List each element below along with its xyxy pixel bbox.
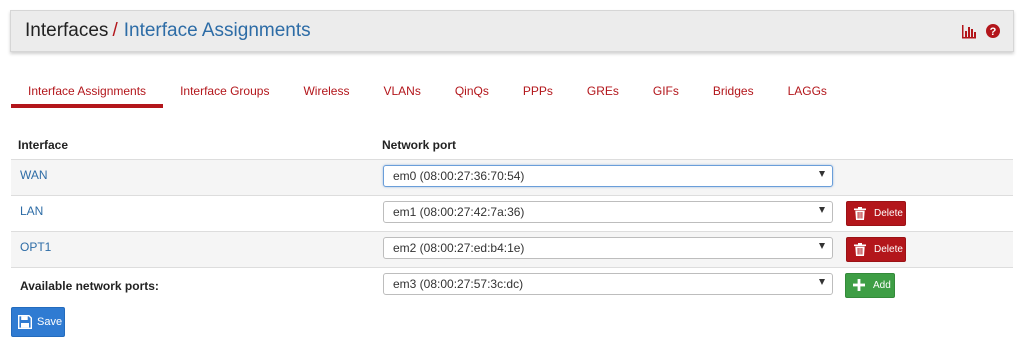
save-button[interactable]: Save [11, 307, 65, 337]
table-row-lan: LAN em1 (08:00:27:42:7a:36) Delete [11, 195, 1013, 231]
help-icon[interactable]: ? [985, 23, 1001, 39]
tab-bridges[interactable]: Bridges [696, 78, 771, 108]
tab-laggs[interactable]: LAGGs [771, 78, 844, 108]
table-header: Interface Network port [11, 130, 1013, 159]
delete-label: Delete [874, 244, 903, 255]
network-port-select-available[interactable]: em3 (08:00:27:57:3c:dc) [383, 273, 833, 295]
table-row-opt1: OPT1 em2 (08:00:27:ed:b4:1e) Delete [11, 231, 1013, 267]
header-network-port: Network port [382, 138, 457, 152]
network-port-select-opt1[interactable]: em2 (08:00:27:ed:b4:1e) [383, 237, 833, 259]
svg-text:?: ? [990, 26, 997, 38]
select-value: em0 (08:00:27:36:70:54) [393, 169, 525, 183]
header-interface: Interface [18, 138, 69, 152]
page-header: Interfaces / Interface Assignments ? [10, 10, 1014, 52]
tab-wireless[interactable]: Wireless [286, 78, 366, 108]
interface-link-lan[interactable]: LAN [20, 204, 43, 218]
assignments-table: Interface Network port WAN em0 (08:00:27… [11, 130, 1013, 303]
tab-gres[interactable]: GREs [570, 78, 636, 108]
network-port-select-lan[interactable]: em1 (08:00:27:42:7a:36) [383, 201, 833, 223]
interface-link-wan[interactable]: WAN [20, 168, 48, 182]
trash-icon [854, 207, 866, 220]
tab-ppps[interactable]: PPPs [506, 78, 570, 108]
plus-icon [853, 279, 865, 292]
tab-gifs[interactable]: GIFs [636, 78, 696, 108]
tab-interface-assignments[interactable]: Interface Assignments [11, 78, 164, 108]
breadcrumb-root[interactable]: Interfaces [25, 20, 108, 41]
table-row-wan: WAN em0 (08:00:27:36:70:54) [11, 159, 1013, 195]
delete-button-lan[interactable]: Delete [846, 201, 906, 226]
breadcrumb: Interfaces / Interface Assignments [25, 20, 311, 42]
chevron-down-icon [819, 171, 825, 177]
breadcrumb-separator: / [112, 20, 118, 41]
save-label: Save [37, 316, 63, 328]
trash-icon [854, 243, 866, 256]
breadcrumb-current[interactable]: Interface Assignments [124, 20, 311, 41]
add-label: Add [873, 280, 891, 291]
interface-link-opt1[interactable]: OPT1 [20, 240, 51, 254]
chevron-down-icon [819, 207, 825, 213]
chevron-down-icon [819, 243, 825, 249]
select-value: em2 (08:00:27:ed:b4:1e) [393, 241, 525, 255]
delete-label: Delete [874, 208, 903, 219]
network-port-select-wan[interactable]: em0 (08:00:27:36:70:54) [383, 165, 833, 187]
select-value: em1 (08:00:27:42:7a:36) [393, 205, 525, 219]
tab-vlans[interactable]: VLANs [366, 78, 437, 108]
available-ports-label: Available network ports: [20, 279, 159, 293]
select-value: em3 (08:00:27:57:3c:dc) [393, 277, 524, 291]
bar-chart-icon[interactable] [961, 23, 977, 39]
floppy-disk-icon [18, 315, 32, 329]
header-icons: ? [961, 23, 1001, 39]
add-button[interactable]: Add [845, 273, 895, 298]
tab-interface-groups[interactable]: Interface Groups [163, 78, 286, 108]
tab-qinqs[interactable]: QinQs [438, 78, 506, 108]
delete-button-opt1[interactable]: Delete [846, 237, 906, 262]
tab-bar: Interface Assignments Interface Groups Wir… [11, 78, 844, 110]
table-row-available: Available network ports: em3 (08:00:27:5… [11, 267, 1013, 303]
chevron-down-icon [819, 279, 825, 285]
